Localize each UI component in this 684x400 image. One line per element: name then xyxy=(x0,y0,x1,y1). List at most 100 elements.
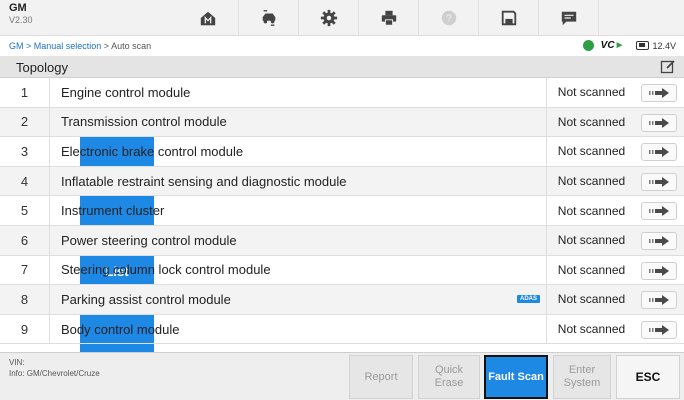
arrow-right-icon xyxy=(649,324,669,335)
software-version: V2.30 xyxy=(9,15,33,25)
print-button[interactable] xyxy=(358,0,418,36)
enter-module-button[interactable] xyxy=(641,320,677,339)
arrow-right-icon xyxy=(649,295,669,306)
arrow-right-icon xyxy=(649,265,669,276)
vci-status: VC► xyxy=(601,40,625,51)
help-icon: ? xyxy=(441,10,456,26)
esc-label: ESC xyxy=(635,369,661,384)
enter-module-button[interactable] xyxy=(641,84,677,102)
module-row[interactable]: 7 Steering column lock control module Not … xyxy=(0,255,684,286)
enter-module-button[interactable] xyxy=(641,113,677,132)
module-row[interactable]: 6 Power steering control module Not scanne… xyxy=(0,226,684,256)
top-toolbar: GM V2.30 ? xyxy=(0,0,684,36)
brand-block: GM V2.30 xyxy=(9,3,33,25)
module-scan-status: Not scanned xyxy=(546,78,636,107)
module-row[interactable]: 1 Engine control module Not scanned xyxy=(0,78,684,108)
module-number: 1 xyxy=(0,78,50,107)
arrow-right-icon xyxy=(649,147,669,158)
save-button[interactable] xyxy=(478,0,538,36)
view-tabs: Topology List xyxy=(0,56,684,400)
enter-module-button[interactable] xyxy=(641,172,677,191)
gear-icon xyxy=(320,9,337,27)
tab-topology[interactable]: Topology xyxy=(6,56,78,78)
module-scan-status: Not scanned xyxy=(546,137,636,166)
home-icon xyxy=(200,11,216,26)
help-button[interactable]: ? xyxy=(418,0,478,36)
module-number: 2 xyxy=(0,107,50,137)
quick-erase-button[interactable]: Quick Erase xyxy=(418,355,480,399)
module-row[interactable]: 9 Body control module Not scanned xyxy=(0,314,684,345)
arrow-right-icon xyxy=(649,236,669,246)
message-button[interactable] xyxy=(538,0,598,36)
module-name: Parking assist control module xyxy=(61,291,231,307)
battery-icon xyxy=(636,41,650,50)
quick-erase-label: Quick Erase xyxy=(435,364,464,390)
module-number: 4 xyxy=(0,166,50,196)
module-scan-status: Not scanned xyxy=(546,166,636,196)
connection-status: VC► 12.4V xyxy=(582,40,676,51)
bottom-bar: VIN: Info: GM/Chevrolet/Cruze Report Qui… xyxy=(0,352,684,400)
module-row[interactable]: 3 Electronic brake control module Not scan… xyxy=(0,137,684,167)
enter-module-button[interactable] xyxy=(641,143,677,162)
module-name: Power steering control module xyxy=(61,232,237,248)
report-button[interactable]: Report xyxy=(349,355,413,399)
breadcrumb-separator: > xyxy=(101,41,112,51)
arrow-right-icon xyxy=(649,206,669,217)
module-name: Steering column lock control module xyxy=(61,262,271,278)
breadcrumb-link[interactable]: GM > Manual selection xyxy=(9,41,101,51)
printer-icon xyxy=(381,10,396,26)
module-number: 8 xyxy=(0,285,50,314)
arrow-right-icon xyxy=(649,117,669,128)
vehicle-swap-icon xyxy=(262,10,275,26)
module-row[interactable]: 4 Inflatable restraint sensing and diagno… xyxy=(0,166,684,197)
breadcrumb-row: GM > Manual selection > Auto scan VC► 12… xyxy=(0,36,684,56)
fault-scan-button[interactable]: Fault Scan xyxy=(484,355,548,399)
report-button-label: Report xyxy=(364,370,398,383)
vci-label: VC xyxy=(600,40,615,51)
vehicle-swap-button[interactable] xyxy=(238,0,298,36)
module-row[interactable]: 8 Parking assist control module ADAS Not sc… xyxy=(0,285,684,315)
svg-text:?: ? xyxy=(446,14,452,25)
save-icon xyxy=(501,10,516,26)
module-scan-status: Not scanned xyxy=(546,285,636,314)
settings-button[interactable] xyxy=(298,0,358,36)
network-icon xyxy=(582,40,594,51)
module-number: 7 xyxy=(0,255,50,285)
arrow-right-icon xyxy=(649,176,669,187)
quick-erase-label-line-2: Erase xyxy=(434,377,464,389)
module-scan-status: Not scanned xyxy=(546,255,636,285)
vehicle-info: VIN: Info: GM/Chevrolet/Cruze xyxy=(9,357,100,379)
module-name: Electronic brake control module xyxy=(61,143,244,159)
adas-badge: ADAS xyxy=(517,295,541,304)
vehicle-info-text: Info: GM/Chevrolet/Cruze xyxy=(9,369,100,378)
edit-icon[interactable] xyxy=(660,59,676,75)
module-name: Engine control module xyxy=(61,84,191,100)
home-button[interactable] xyxy=(178,0,238,36)
battery-voltage: 12.4V xyxy=(652,40,676,51)
quick-erase-label-line-1: Quick xyxy=(434,364,464,376)
enter-module-button[interactable] xyxy=(641,202,677,221)
enter-system-label: Enter System xyxy=(564,364,601,390)
module-name: Inflatable restraint sensing and diagnos… xyxy=(61,173,347,189)
vehicle-make: GM xyxy=(9,2,27,14)
module-number: 5 xyxy=(0,196,50,225)
enter-module-button[interactable] xyxy=(641,232,677,250)
message-icon xyxy=(561,11,576,26)
module-scan-status: Not scanned xyxy=(546,107,636,137)
module-scan-status: Not scanned xyxy=(546,314,636,344)
module-row[interactable]: 5 Instrument cluster Not scanned xyxy=(0,196,684,226)
enter-module-button[interactable] xyxy=(641,261,677,280)
module-scan-status: Not scanned xyxy=(546,226,636,255)
module-number: 9 xyxy=(0,314,50,344)
esc-button[interactable]: ESC xyxy=(616,355,680,399)
arrow-right-icon xyxy=(649,88,669,98)
enter-system-button[interactable]: Enter System xyxy=(553,355,611,399)
vin-label: VIN: xyxy=(9,358,25,367)
module-name: Body control module xyxy=(61,321,180,337)
module-name: Transmission control module xyxy=(61,114,227,130)
enter-module-button[interactable] xyxy=(641,291,677,310)
module-row[interactable]: 2 Transmission control module Not scanned xyxy=(0,107,684,138)
module-name: Instrument cluster xyxy=(61,203,165,219)
breadcrumb: GM > Manual selection > Auto scan xyxy=(9,41,151,51)
fault-scan-label: Fault Scan xyxy=(488,370,544,383)
